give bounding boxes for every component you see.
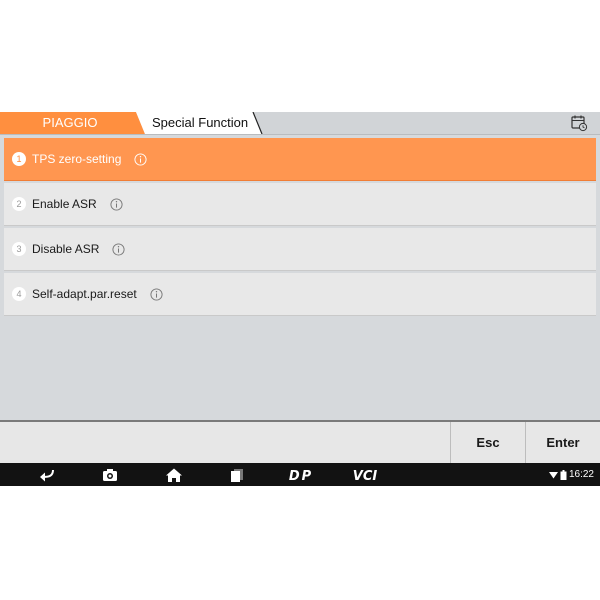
item-number-badge: 3	[12, 242, 26, 256]
title-bar: PIAGGIO Special Function	[0, 112, 600, 135]
item-label: TPS zero-setting	[32, 152, 122, 166]
breadcrumb-brand-label: PIAGGIO	[42, 115, 98, 130]
item-number-badge: 1	[12, 152, 26, 166]
list-item-disable-asr[interactable]: 3 Disable ASR	[4, 228, 596, 271]
list-item-tps-zero-setting[interactable]: 1 TPS zero-setting	[4, 138, 596, 181]
dp-icon[interactable]: DP	[286, 467, 316, 483]
dp-label: DP	[289, 469, 313, 483]
item-number-badge: 4	[12, 287, 26, 301]
vci-icon[interactable]: VCI	[348, 467, 382, 483]
battery-icon	[560, 469, 567, 480]
info-icon[interactable]	[112, 242, 125, 256]
esc-button[interactable]: Esc	[450, 422, 525, 463]
recent-apps-icon[interactable]	[229, 467, 245, 483]
info-icon[interactable]	[150, 287, 163, 301]
app-screen: PIAGGIO Special Function 1 TPS zero-sett…	[0, 112, 600, 486]
breadcrumb-section-label: Special Function	[152, 115, 249, 130]
calendar-clock-icon[interactable]	[570, 114, 588, 132]
vci-label: VCI	[353, 469, 378, 483]
item-label: Self-adapt.par.reset	[32, 287, 137, 301]
list-item-self-adapt-par-reset[interactable]: 4 Self-adapt.par.reset	[4, 273, 596, 316]
function-list: 1 TPS zero-setting 2 Enable ASR 3 Disabl…	[4, 138, 596, 318]
breadcrumb-section[interactable]: Special Function	[136, 112, 266, 134]
clock-time: 16:22	[568, 469, 594, 480]
system-nav-bar: DP VCI 16:22	[0, 463, 600, 486]
status-area: 16:22	[548, 463, 594, 486]
enter-button[interactable]: Enter	[525, 422, 600, 463]
info-icon[interactable]	[110, 197, 123, 211]
info-icon[interactable]	[134, 152, 147, 166]
breadcrumb-brand[interactable]: PIAGGIO	[0, 112, 145, 134]
item-label: Enable ASR	[32, 197, 97, 211]
home-icon[interactable]	[165, 467, 183, 483]
camera-icon[interactable]	[101, 467, 119, 483]
action-bar: Esc Enter	[0, 420, 600, 463]
back-icon[interactable]	[38, 467, 56, 483]
item-label: Disable ASR	[32, 242, 100, 256]
wifi-icon	[548, 471, 558, 478]
list-item-enable-asr[interactable]: 2 Enable ASR	[4, 183, 596, 226]
item-number-badge: 2	[12, 197, 26, 211]
